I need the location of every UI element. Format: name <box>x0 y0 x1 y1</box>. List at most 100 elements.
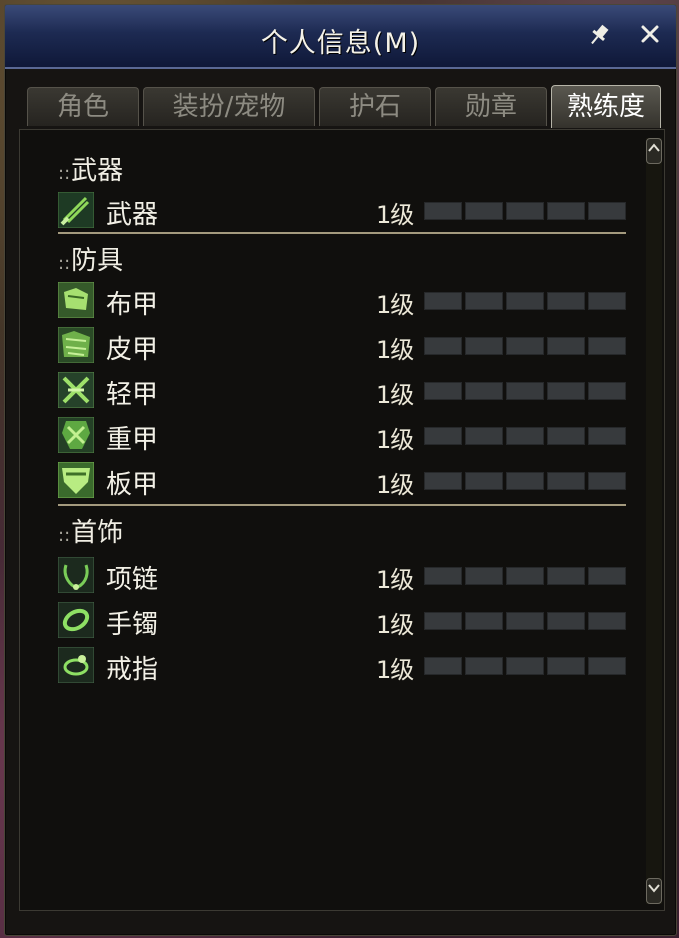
pin-icon <box>591 24 609 45</box>
proficiency-bar <box>424 337 628 355</box>
proficiency-name: 皮甲 <box>106 335 159 365</box>
bar-segment <box>424 567 462 585</box>
bar-segment <box>588 657 626 675</box>
bar-segment <box>588 382 626 400</box>
section-header-accessory: ::首饰 <box>58 518 124 548</box>
proficiency-name: 板甲 <box>106 470 159 500</box>
bar-segment <box>547 427 585 445</box>
close-button[interactable] <box>636 22 664 50</box>
light-armor-icon <box>58 372 94 408</box>
proficiency-level: 1级 <box>376 381 414 409</box>
proficiency-row-cloth[interactable]: 布甲 1级 <box>58 280 638 320</box>
bar-segment <box>588 337 626 355</box>
proficiency-row-bracelet[interactable]: 手镯 1级 <box>58 600 638 640</box>
proficiency-list: ::武器 武器 1级 ::防具 布甲 1级 皮甲 1级 轻甲 1级 重甲 1级 … <box>19 129 665 911</box>
window-titlebar[interactable]: 个人信息(M) <box>5 5 676 69</box>
bar-segment <box>465 337 503 355</box>
close-icon <box>641 25 659 43</box>
proficiency-row-leather[interactable]: 皮甲 1级 <box>58 325 638 365</box>
scroll-down-button[interactable] <box>646 878 662 904</box>
bar-segment <box>465 567 503 585</box>
proficiency-row-light[interactable]: 轻甲 1级 <box>58 370 638 410</box>
bar-segment <box>506 567 544 585</box>
bar-segment <box>465 202 503 220</box>
chevron-up-icon <box>648 143 660 152</box>
window-title: 个人信息(M) <box>260 28 421 59</box>
bar-segment <box>588 427 626 445</box>
bar-segment <box>588 567 626 585</box>
proficiency-level: 1级 <box>376 566 414 594</box>
scroll-up-button[interactable] <box>646 138 662 164</box>
bar-segment <box>506 657 544 675</box>
proficiency-bar <box>424 472 628 490</box>
bar-segment <box>506 382 544 400</box>
proficiency-bar <box>424 657 628 675</box>
tab-outfit-pet[interactable]: 装扮/宠物 <box>143 87 315 126</box>
cloth-armor-icon <box>58 282 94 318</box>
proficiency-row-heavy[interactable]: 重甲 1级 <box>58 415 638 455</box>
bar-segment <box>506 427 544 445</box>
weapon-icon <box>58 192 94 228</box>
proficiency-bar <box>424 612 628 630</box>
bar-segment <box>424 657 462 675</box>
bar-segment <box>547 657 585 675</box>
bar-segment <box>465 382 503 400</box>
bar-segment <box>424 292 462 310</box>
section-header-weapon: ::武器 <box>58 156 124 186</box>
proficiency-row-necklace[interactable]: 项链 1级 <box>58 555 638 595</box>
proficiency-bar <box>424 427 628 445</box>
bar-segment <box>547 612 585 630</box>
section-title: 防具 <box>71 246 124 276</box>
bar-segment <box>506 337 544 355</box>
tab-bar: 角色 装扮/宠物 护石 勋章 熟练度 <box>27 85 663 128</box>
proficiency-bar <box>424 382 628 400</box>
pin-button[interactable] <box>585 22 613 50</box>
bar-segment <box>424 382 462 400</box>
proficiency-row-weapon[interactable]: 武器 1级 <box>58 190 638 230</box>
proficiency-level: 1级 <box>376 611 414 639</box>
tab-talisman[interactable]: 护石 <box>319 87 431 126</box>
bar-segment <box>506 202 544 220</box>
section-title: 武器 <box>71 156 124 186</box>
proficiency-name: 武器 <box>106 200 159 230</box>
bar-segment <box>506 472 544 490</box>
bar-segment <box>465 472 503 490</box>
proficiency-level: 1级 <box>376 336 414 364</box>
proficiency-level: 1级 <box>376 426 414 454</box>
bar-segment <box>547 567 585 585</box>
section-divider <box>58 232 626 234</box>
bar-segment <box>465 657 503 675</box>
bar-segment <box>547 202 585 220</box>
bar-segment <box>547 382 585 400</box>
bar-segment <box>424 472 462 490</box>
proficiency-level: 1级 <box>376 471 414 499</box>
proficiency-level: 1级 <box>376 201 414 229</box>
scrollbar[interactable] <box>646 138 662 904</box>
proficiency-row-plate[interactable]: 板甲 1级 <box>58 460 638 500</box>
bar-segment <box>547 337 585 355</box>
bar-segment <box>506 612 544 630</box>
proficiency-bar <box>424 567 628 585</box>
proficiency-name: 项链 <box>106 565 159 595</box>
proficiency-bar <box>424 292 628 310</box>
necklace-icon <box>58 557 94 593</box>
proficiency-bar <box>424 202 628 220</box>
bar-segment <box>424 202 462 220</box>
ring-icon <box>58 647 94 683</box>
section-divider <box>58 504 626 506</box>
bar-segment <box>547 292 585 310</box>
tab-medal[interactable]: 勋章 <box>435 87 547 126</box>
proficiency-name: 戒指 <box>106 655 159 685</box>
proficiency-level: 1级 <box>376 291 414 319</box>
tab-character[interactable]: 角色 <box>27 87 139 126</box>
bar-segment <box>424 337 462 355</box>
proficiency-row-ring[interactable]: 戒指 1级 <box>58 645 638 685</box>
proficiency-name: 布甲 <box>106 290 159 320</box>
proficiency-name: 重甲 <box>106 425 159 455</box>
bar-segment <box>424 612 462 630</box>
proficiency-level: 1级 <box>376 656 414 684</box>
proficiency-name: 轻甲 <box>106 380 159 410</box>
proficiency-name: 手镯 <box>106 610 159 640</box>
bar-segment <box>588 202 626 220</box>
tab-proficiency[interactable]: 熟练度 <box>551 85 661 128</box>
